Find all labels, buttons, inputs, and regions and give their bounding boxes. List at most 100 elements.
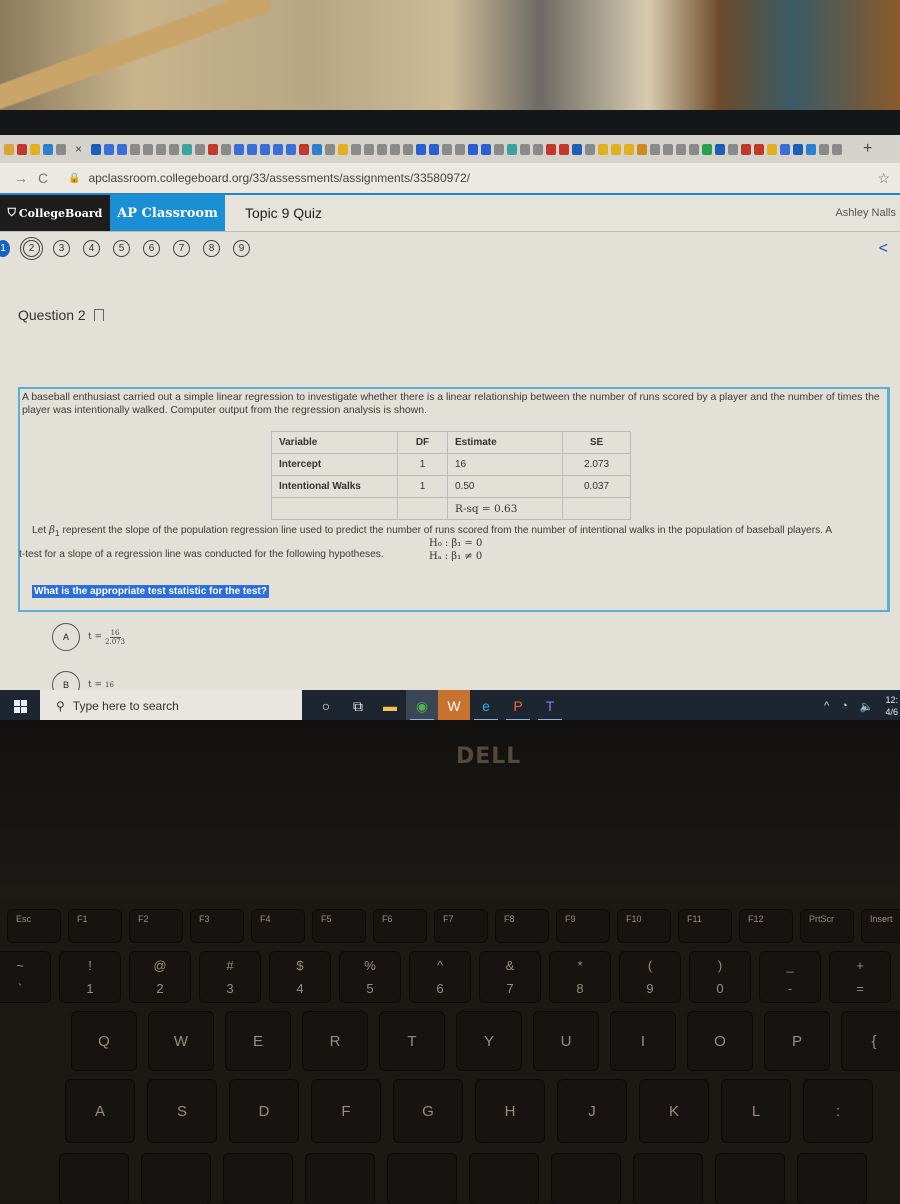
key-t[interactable]: T: [380, 1012, 444, 1070]
key-5[interactable]: % 5: [340, 952, 400, 1002]
key-f12[interactable]: F12: [740, 910, 792, 942]
key-f1[interactable]: F1: [69, 910, 121, 942]
answer-choice-a[interactable]: A t = 16 2.073: [52, 623, 125, 651]
edge-icon[interactable]: e: [470, 690, 502, 720]
bookmark-icon[interactable]: [93, 309, 104, 321]
browser-tab[interactable]: [663, 143, 674, 155]
key-u[interactable]: U: [534, 1012, 598, 1070]
browser-tab[interactable]: [325, 143, 336, 155]
question-nav-1[interactable]: 1: [0, 240, 10, 257]
file-explorer-icon[interactable]: ▬: [374, 690, 406, 720]
browser-tab[interactable]: [572, 143, 583, 155]
browser-tab[interactable]: [442, 143, 453, 155]
browser-tab[interactable]: [390, 143, 401, 155]
browser-tab[interactable]: [104, 143, 115, 155]
key-i[interactable]: I: [611, 1012, 675, 1070]
browser-tab[interactable]: [364, 143, 375, 155]
reload-icon[interactable]: C: [32, 170, 54, 186]
teams-icon[interactable]: T: [534, 690, 566, 720]
browser-tab[interactable]: [208, 143, 219, 155]
forward-icon[interactable]: →: [10, 170, 32, 186]
browser-tab[interactable]: [143, 143, 154, 155]
browser-tab[interactable]: [559, 143, 570, 155]
browser-tab[interactable]: [30, 143, 40, 155]
key-4[interactable]: $4: [270, 952, 330, 1002]
key-w[interactable]: W: [149, 1012, 213, 1070]
key-insert[interactable]: Insert: [862, 910, 900, 942]
browser-tab[interactable]: [416, 143, 427, 155]
key-l[interactable]: L: [722, 1080, 790, 1142]
key-k[interactable]: K: [640, 1080, 708, 1142]
key-a[interactable]: A: [66, 1080, 134, 1142]
chrome-icon[interactable]: ◉: [406, 690, 438, 720]
browser-tab[interactable]: [117, 143, 128, 155]
browser-tab[interactable]: [494, 143, 505, 155]
collegeboard-logo[interactable]: ⛉ CollegeBoard: [0, 195, 110, 231]
volume-icon[interactable]: 🔈: [860, 700, 874, 713]
browser-tab[interactable]: [780, 143, 791, 155]
browser-tab[interactable]: [806, 143, 817, 155]
browser-tab[interactable]: [221, 143, 232, 155]
key-s[interactable]: S: [148, 1080, 216, 1142]
browser-tab[interactable]: [702, 143, 713, 155]
question-nav-8[interactable]: 8: [203, 240, 220, 257]
key-7[interactable]: & 7: [480, 952, 540, 1002]
ap-classroom-link[interactable]: AP Classroom: [110, 195, 225, 231]
browser-tab[interactable]: [728, 143, 739, 155]
browser-tab[interactable]: [598, 143, 609, 155]
powerpoint-icon[interactable]: P: [502, 690, 534, 720]
browser-tab[interactable]: [43, 143, 53, 155]
clock[interactable]: 12: 4/6: [885, 694, 898, 718]
browser-tab[interactable]: [195, 143, 206, 155]
browser-tab[interactable]: [377, 143, 388, 155]
key-g[interactable]: G: [394, 1080, 462, 1142]
browser-tab[interactable]: [182, 143, 193, 155]
browser-tab[interactable]: [351, 143, 362, 155]
user-name[interactable]: Ashley Nalls: [835, 195, 900, 231]
browser-tab[interactable]: [91, 143, 102, 155]
browser-tab[interactable]: [520, 143, 531, 155]
browser-tab[interactable]: [169, 143, 180, 155]
key-f11[interactable]: F11: [679, 910, 731, 942]
key-bottom-row[interactable]: [798, 1154, 866, 1204]
key-j[interactable]: J: [558, 1080, 626, 1142]
choice-letter-a[interactable]: A: [52, 623, 80, 651]
start-button[interactable]: [0, 690, 40, 720]
browser-tab[interactable]: [819, 143, 830, 155]
browser-tab[interactable]: [676, 143, 687, 155]
key-10[interactable]: ) 0: [690, 952, 750, 1002]
taskbar-search[interactable]: ⚲ Type here to search: [40, 690, 302, 720]
question-nav-4[interactable]: 4: [83, 240, 100, 257]
browser-tab[interactable]: [481, 143, 492, 155]
key-1[interactable]: ! 1: [60, 952, 120, 1002]
key-f[interactable]: F: [312, 1080, 380, 1142]
collapse-chevron-icon[interactable]: <: [879, 240, 888, 258]
key-f2[interactable]: F2: [130, 910, 182, 942]
key-f5[interactable]: F5: [313, 910, 365, 942]
browser-tab[interactable]: [56, 143, 66, 155]
browser-tab[interactable]: [767, 143, 778, 155]
browser-tab[interactable]: [17, 143, 27, 155]
question-nav-9[interactable]: 9: [233, 240, 250, 257]
key-bottom-row[interactable]: [552, 1154, 620, 1204]
tray-chevron-icon[interactable]: ^: [824, 700, 829, 712]
browser-tab[interactable]: [793, 143, 804, 155]
key-12[interactable]: + =: [830, 952, 890, 1002]
key-h[interactable]: H: [476, 1080, 544, 1142]
browser-tab[interactable]: [299, 143, 310, 155]
browser-tab[interactable]: [468, 143, 479, 155]
key-bottom-row[interactable]: [716, 1154, 784, 1204]
browser-tab[interactable]: [130, 143, 141, 155]
browser-tab[interactable]: [637, 143, 648, 155]
browser-tab[interactable]: [715, 143, 726, 155]
key-f7[interactable]: F7: [435, 910, 487, 942]
browser-tab[interactable]: [273, 143, 284, 155]
key-bottom-row[interactable]: [224, 1154, 292, 1204]
question-nav-5[interactable]: 5: [113, 240, 130, 257]
key-bottom-row[interactable]: [470, 1154, 538, 1204]
wifi-icon[interactable]: ◔: [841, 700, 848, 712]
key-bottom-row[interactable]: [388, 1154, 456, 1204]
cortana-icon[interactable]: ○: [310, 690, 342, 720]
browser-tab[interactable]: [533, 143, 544, 155]
browser-tab[interactable]: [507, 143, 518, 155]
